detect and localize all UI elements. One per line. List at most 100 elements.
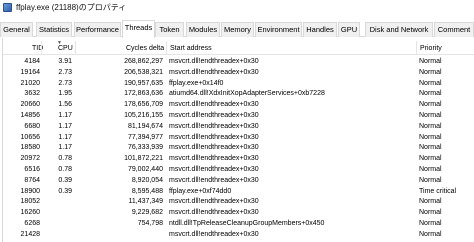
thread-tid: 21428 bbox=[20, 230, 40, 238]
thread-tid: 10656 bbox=[20, 133, 40, 141]
thread-row[interactable]: 18900 0.39 8,595,488 ffplay.exe+0xf74dd0… bbox=[3, 187, 474, 198]
thread-row[interactable]: 20972 0.78 101,872,221 msvcrt.dll!endthr… bbox=[3, 154, 474, 165]
tab-handles[interactable]: Handles bbox=[303, 22, 337, 37]
thread-row[interactable]: 18580 1.17 76,333,939 msvcrt.dll!endthre… bbox=[3, 143, 474, 154]
thread-start-address: msvcrt.dll!endthreadex+0x30 bbox=[169, 68, 259, 76]
tab-gpu[interactable]: GPU bbox=[338, 22, 360, 37]
thread-row[interactable]: 16260 9,229,682 msvcrt.dll!endthreadex+0… bbox=[3, 208, 474, 219]
thread-cycles-delta: 11,437,349 bbox=[128, 198, 163, 206]
thread-cycles-delta: 79,002,440 bbox=[127, 166, 163, 173]
thread-tid: 19164 bbox=[20, 68, 40, 76]
thread-tid: 14856 bbox=[20, 112, 40, 119]
thread-start-address: msvcrt.dll!endthreadex+0x30 bbox=[169, 176, 259, 184]
tab-memory[interactable]: Memory bbox=[221, 22, 254, 37]
thread-cpu: 1.17 bbox=[58, 133, 72, 141]
column-header-start-address[interactable]: Start address bbox=[170, 43, 212, 55]
column-divider[interactable] bbox=[75, 41, 76, 55]
thread-start-address: msvcrt.dll!endthreadex+0x30 bbox=[169, 209, 259, 217]
thread-tid: 6268 bbox=[24, 220, 40, 227]
thread-start-address: msvcrt.dll!endthreadex+0x30 bbox=[169, 122, 259, 130]
thread-tid: 18900 bbox=[20, 187, 40, 195]
thread-priority: Normal bbox=[419, 176, 442, 184]
thread-row[interactable]: 14856 1.17 105,216,155 msvcrt.dll!endthr… bbox=[3, 111, 474, 122]
thread-priority: Normal bbox=[419, 230, 442, 238]
thread-priority: Normal bbox=[419, 122, 442, 130]
thread-row[interactable]: 4184 3.91 268,862,297 msvcrt.dll!endthre… bbox=[3, 57, 474, 68]
thread-row[interactable]: 20660 1.56 178,656,709 msvcrt.dll!endthr… bbox=[3, 100, 474, 111]
thread-tid: 4184 bbox=[24, 58, 40, 65]
thread-cycles-delta: 178,656,709 bbox=[124, 101, 163, 109]
column-divider[interactable] bbox=[166, 41, 167, 55]
thread-start-address: msvcrt.dll!endthreadex+0x30 bbox=[169, 198, 259, 206]
thread-start-address: msvcrt.dll!endthreadex+0x30 bbox=[169, 58, 259, 65]
thread-row[interactable]: 3632 1.95 172,863,636 atiumd64.dll!XdxIn… bbox=[3, 89, 474, 100]
thread-tid: 6516 bbox=[24, 166, 40, 173]
thread-priority: Normal bbox=[419, 101, 442, 109]
tab-modules[interactable]: Modules bbox=[186, 22, 220, 37]
thread-cpu: 2.73 bbox=[58, 68, 72, 76]
thread-priority: Normal bbox=[419, 79, 442, 87]
thread-start-address: ffplay.exe+0xf74dd0 bbox=[169, 187, 232, 195]
thread-cpu: 1.56 bbox=[58, 101, 72, 109]
tab-token[interactable]: Token bbox=[155, 22, 184, 37]
column-header-priority[interactable]: Priority bbox=[420, 43, 442, 55]
thread-priority: Normal bbox=[419, 133, 442, 141]
thread-row[interactable]: 6680 1.17 81,194,674 msvcrt.dll!endthrea… bbox=[3, 122, 474, 133]
thread-row[interactable]: 19164 2.73 206,538,321 msvcrt.dll!endthr… bbox=[3, 68, 474, 79]
thread-tid: 20972 bbox=[20, 155, 40, 163]
tab-performance[interactable]: Performance bbox=[74, 22, 121, 37]
thread-cpu: 0.39 bbox=[58, 176, 72, 184]
column-divider[interactable] bbox=[416, 41, 417, 55]
thread-cycles-delta: 105,216,155 bbox=[124, 112, 163, 119]
thread-tid: 6680 bbox=[24, 122, 40, 130]
thread-row[interactable]: 18052 11,437,349 msvcrt.dll!endthreadex+… bbox=[3, 197, 474, 208]
thread-cycles-delta: 81,194,674 bbox=[127, 122, 163, 130]
title-bar: ffplay.exe (21188)のプロパティ bbox=[0, 0, 474, 15]
thread-cpu: 1.17 bbox=[58, 112, 72, 119]
thread-tid: 20660 bbox=[20, 101, 40, 109]
thread-start-address: ffplay.exe+0x14f0 bbox=[169, 79, 224, 87]
thread-tid: 3632 bbox=[24, 90, 40, 98]
thread-start-address: msvcrt.dll!endthreadex+0x30 bbox=[169, 144, 259, 152]
tab-disk-and-network[interactable]: Disk and Network bbox=[365, 22, 433, 37]
thread-tid: 21020 bbox=[20, 79, 40, 87]
tab-statistics[interactable]: Statistics bbox=[36, 22, 72, 37]
thread-priority: Time critical bbox=[419, 187, 457, 195]
thread-cpu: 0.39 bbox=[58, 187, 72, 195]
thread-tid: 18052 bbox=[20, 198, 40, 206]
thread-priority: Normal bbox=[419, 68, 442, 76]
thread-row[interactable]: 10656 1.17 77,394,977 msvcrt.dll!endthre… bbox=[3, 133, 474, 144]
thread-priority: Normal bbox=[419, 166, 442, 173]
thread-tid: 8764 bbox=[24, 176, 40, 184]
thread-cycles-delta: 101,872,221 bbox=[124, 155, 163, 163]
thread-row[interactable]: 21020 2.73 190,957,635 ffplay.exe+0x14f0… bbox=[3, 79, 474, 90]
thread-row[interactable]: 6268 754,798 ntdll.dll!TpReleaseCleanupG… bbox=[3, 219, 474, 230]
tab-strip: General Statistics Performance Threads T… bbox=[0, 20, 474, 38]
tab-environment[interactable]: Environment bbox=[255, 22, 302, 37]
column-header-cpu[interactable]: CPU bbox=[58, 43, 73, 55]
thread-cycles-delta: 190,957,635 bbox=[124, 79, 163, 87]
thread-priority: Normal bbox=[419, 220, 442, 227]
thread-row[interactable]: 8764 0.39 8,920,054 msvcrt.dll!endthread… bbox=[3, 176, 474, 187]
thread-start-address: msvcrt.dll!endthreadex+0x30 bbox=[169, 230, 259, 238]
thread-start-address: msvcrt.dll!endthreadex+0x30 bbox=[169, 112, 259, 119]
thread-priority: Normal bbox=[419, 198, 442, 206]
thread-tid: 18580 bbox=[20, 144, 40, 152]
thread-cpu: 2.73 bbox=[58, 79, 72, 87]
threads-panel: TID ▼ CPU Cycles delta Start address Pri… bbox=[2, 38, 474, 242]
thread-cpu: 1.17 bbox=[58, 144, 72, 152]
thread-priority: Normal bbox=[419, 90, 442, 98]
tab-general[interactable]: General bbox=[0, 22, 33, 37]
process-explorer-icon bbox=[3, 3, 12, 12]
thread-cycles-delta: 76,333,939 bbox=[127, 144, 163, 152]
thread-start-address: msvcrt.dll!endthreadex+0x30 bbox=[169, 155, 259, 163]
column-divider[interactable] bbox=[41, 41, 42, 55]
thread-start-address: atiumd64.dll!XdxInitXopAdapterServices+0… bbox=[169, 90, 325, 98]
thread-cycles-delta: 172,863,636 bbox=[124, 90, 163, 98]
thread-start-address: msvcrt.dll!endthreadex+0x30 bbox=[169, 133, 259, 141]
thread-row[interactable]: 21428 msvcrt.dll!endthreadex+0x30 Normal bbox=[3, 230, 474, 241]
tab-comment[interactable]: Comment bbox=[434, 22, 474, 37]
thread-row[interactable]: 6516 0.78 79,002,440 msvcrt.dll!endthrea… bbox=[3, 165, 474, 176]
tab-threads[interactable]: Threads bbox=[122, 20, 155, 38]
column-header-cycles-delta[interactable]: Cycles delta bbox=[126, 43, 164, 55]
